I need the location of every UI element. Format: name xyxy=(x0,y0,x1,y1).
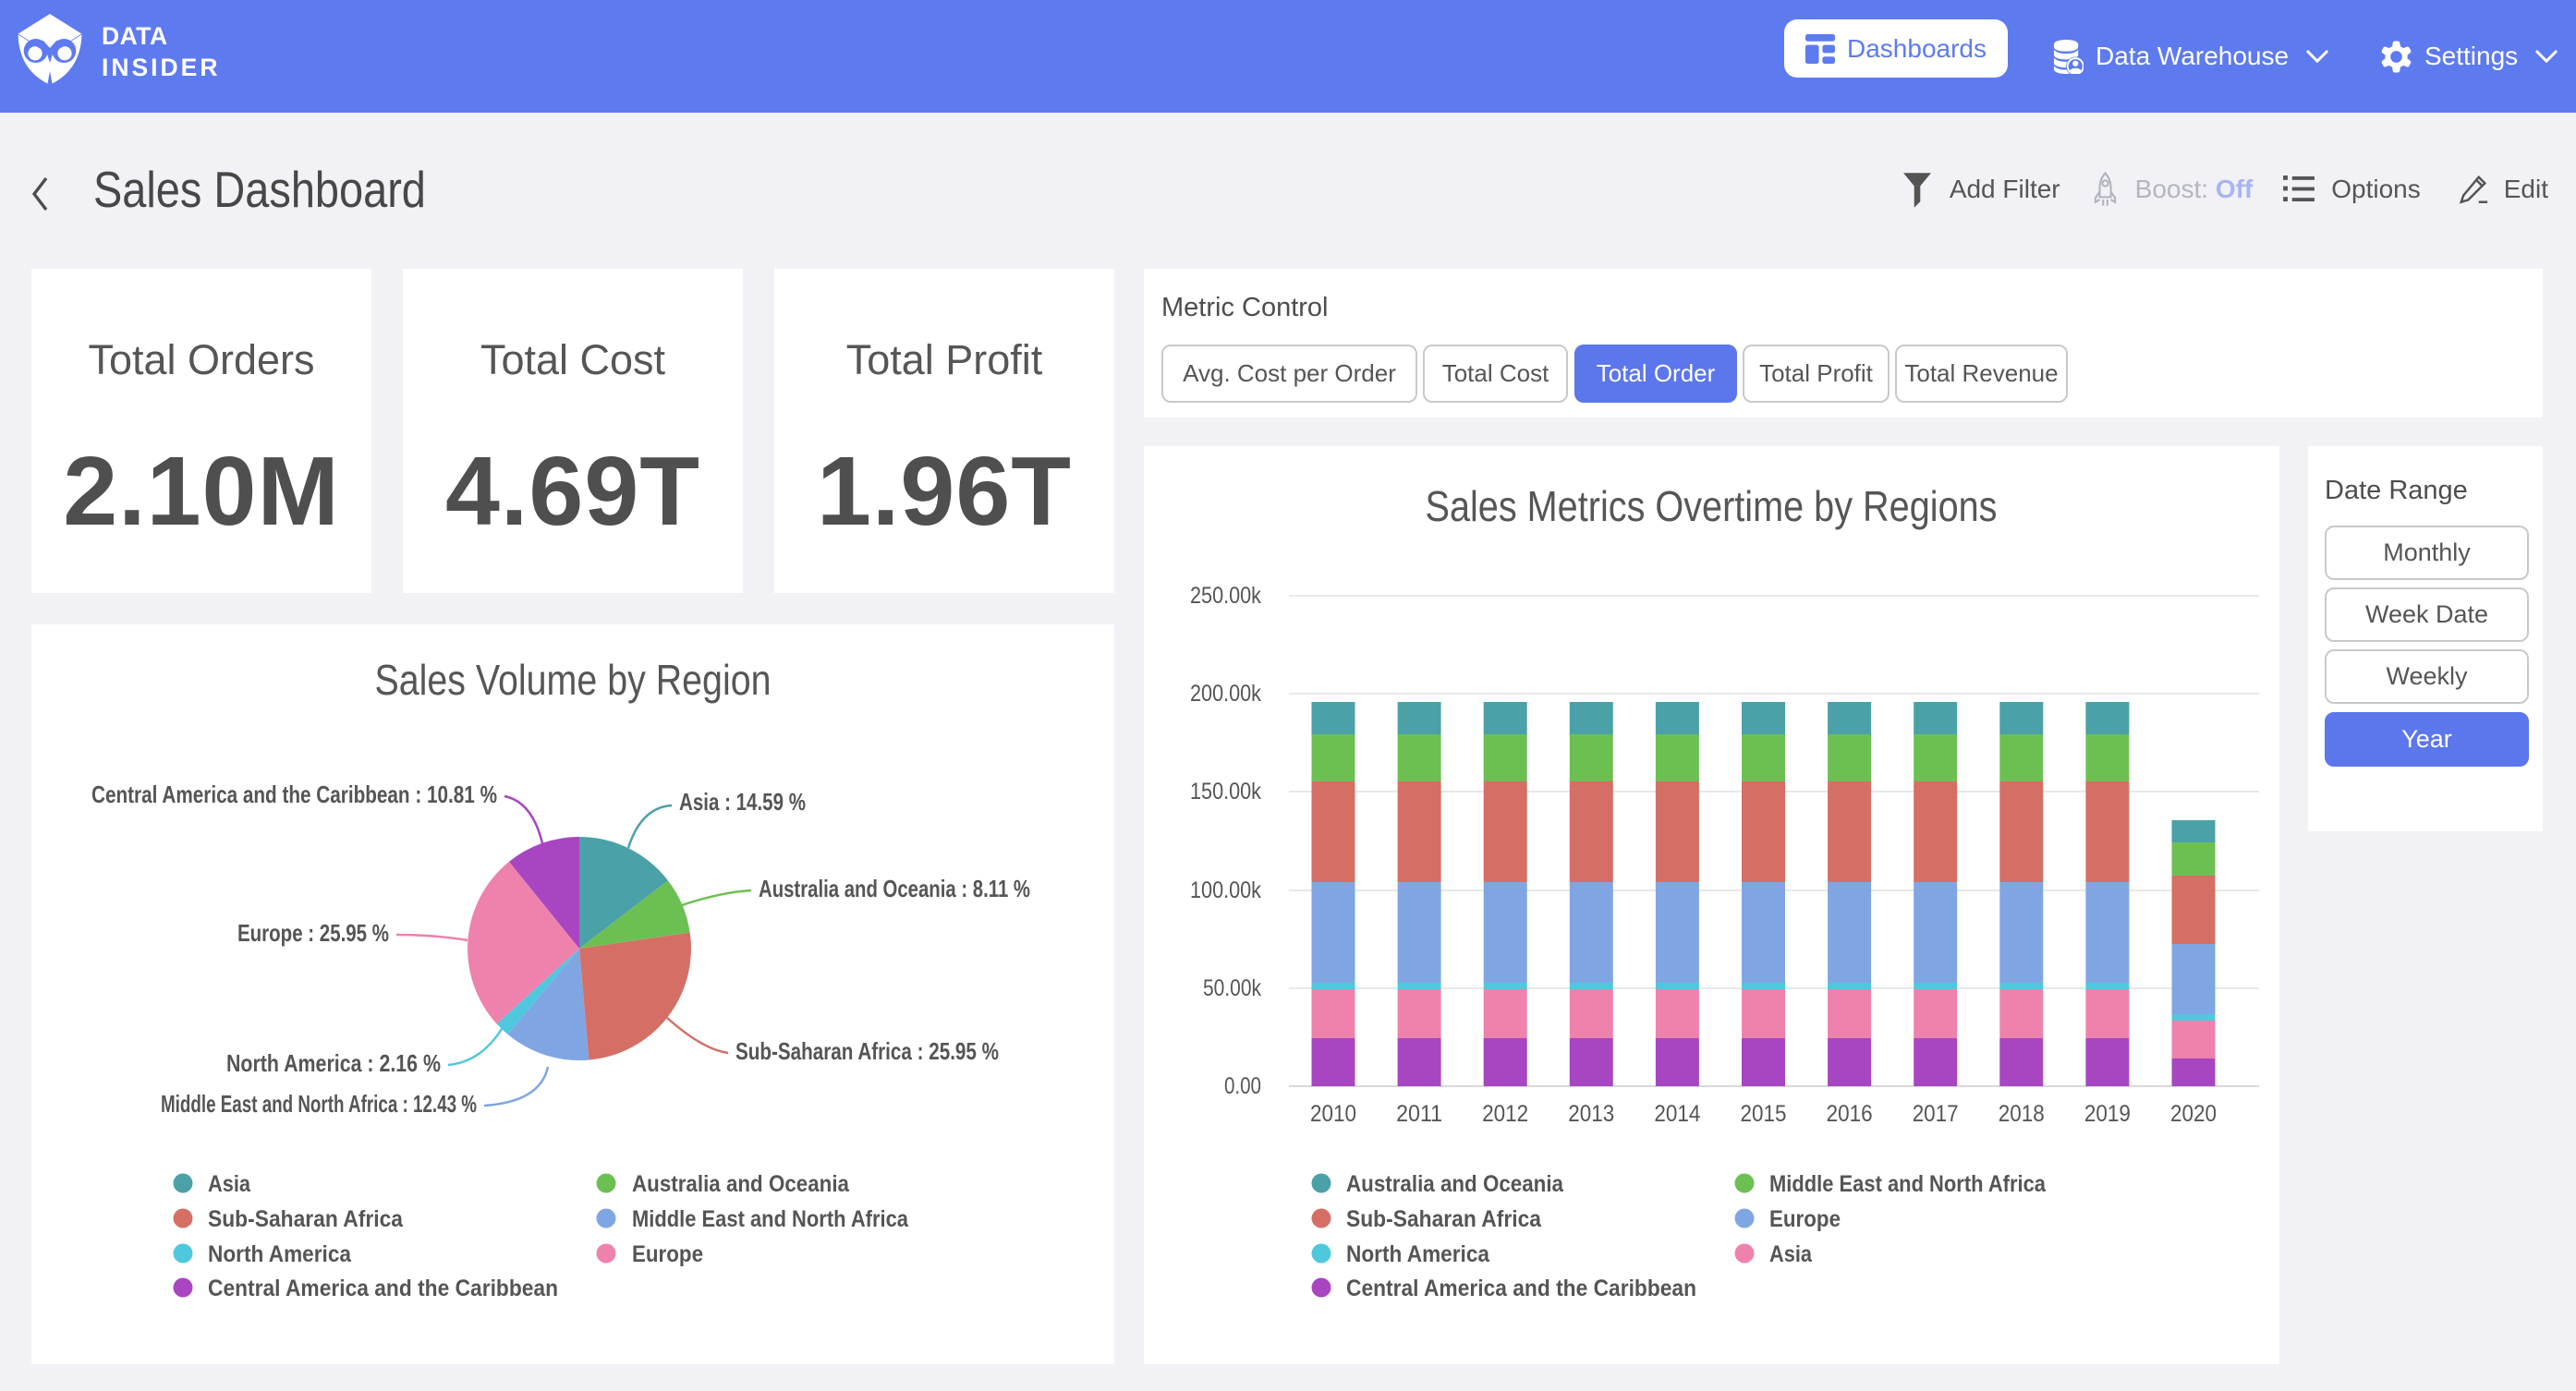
svg-text:Sales Metrics Overtime by Regi: Sales Metrics Overtime by Regions xyxy=(1426,482,1998,530)
svg-text:100.00k: 100.00k xyxy=(1190,877,1261,903)
svg-text:Asia: Asia xyxy=(208,1171,251,1197)
svg-text:2012: 2012 xyxy=(1482,1101,1528,1127)
svg-text:200.00k: 200.00k xyxy=(1190,681,1261,707)
svg-text:2019: 2019 xyxy=(2084,1101,2131,1127)
svg-text:2010: 2010 xyxy=(1310,1101,1356,1127)
svg-text:Central America and the Caribb: Central America and the Caribbean xyxy=(1346,1276,1696,1301)
svg-text:2014: 2014 xyxy=(1654,1101,1700,1127)
svg-text:Australia and Oceania: Australia and Oceania xyxy=(632,1171,850,1197)
svg-text:North America : 2.16 %: North America : 2.16 % xyxy=(226,1049,441,1077)
svg-text:2015: 2015 xyxy=(1741,1101,1787,1127)
svg-text:Europe: Europe xyxy=(632,1241,703,1267)
svg-text:Australia and Oceania : 8.11 %: Australia and Oceania : 8.11 % xyxy=(759,875,1030,902)
svg-text:Europe : 25.95 %: Europe : 25.95 % xyxy=(237,919,389,947)
svg-text:2018: 2018 xyxy=(1999,1101,2045,1127)
svg-text:2020: 2020 xyxy=(2170,1101,2217,1127)
svg-text:Sales Volume by Region: Sales Volume by Region xyxy=(375,656,772,704)
svg-text:Sub-Saharan Africa : 25.95 %: Sub-Saharan Africa : 25.95 % xyxy=(735,1037,999,1065)
svg-text:2017: 2017 xyxy=(1913,1101,1959,1127)
svg-text:0.00: 0.00 xyxy=(1224,1073,1261,1099)
svg-text:Middle East and North Africa: Middle East and North Africa xyxy=(632,1206,909,1232)
svg-text:150.00k: 150.00k xyxy=(1190,779,1261,804)
svg-text:50.00k: 50.00k xyxy=(1203,975,1261,1001)
svg-text:Middle East and North Africa: Middle East and North Africa xyxy=(1769,1171,2047,1197)
svg-text:North America: North America xyxy=(208,1241,352,1267)
svg-text:Europe: Europe xyxy=(1769,1206,1841,1232)
svg-text:Central America and the Caribb: Central America and the Caribbean xyxy=(208,1276,558,1301)
svg-text:North America: North America xyxy=(1346,1241,1490,1267)
svg-text:Central America and the Caribb: Central America and the Caribbean : 10.8… xyxy=(91,780,497,808)
svg-text:Sub-Saharan Africa: Sub-Saharan Africa xyxy=(1346,1206,1542,1232)
svg-text:250.00k: 250.00k xyxy=(1190,583,1261,609)
svg-text:Australia and Oceania: Australia and Oceania xyxy=(1346,1171,1564,1197)
svg-text:Asia : 14.59 %: Asia : 14.59 % xyxy=(679,788,806,816)
svg-text:2013: 2013 xyxy=(1568,1101,1614,1127)
svg-text:2011: 2011 xyxy=(1396,1101,1442,1127)
svg-text:Asia: Asia xyxy=(1769,1241,1813,1267)
svg-text:Middle East and North Africa :: Middle East and North Africa : 12.43 % xyxy=(161,1090,477,1118)
svg-text:Sub-Saharan Africa: Sub-Saharan Africa xyxy=(208,1206,404,1232)
svg-text:2016: 2016 xyxy=(1827,1101,1873,1127)
